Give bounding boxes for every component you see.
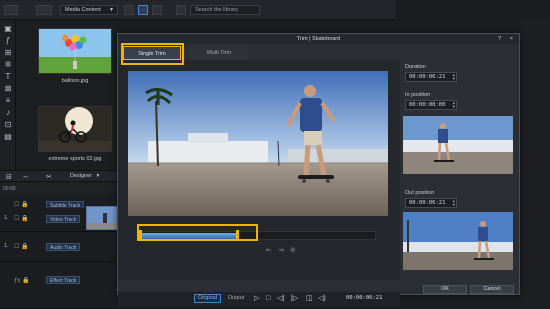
cancel-button[interactable]: Cancel: [470, 285, 514, 294]
media-room-icon[interactable]: ▣: [3, 24, 13, 34]
track-row-audio: 1. ☐ 🔒 Audio Track: [0, 232, 118, 262]
transition-room-icon[interactable]: ⊠: [3, 84, 13, 94]
in-position-label: In position: [405, 92, 431, 98]
duration-value: 00:00:06:21: [409, 74, 446, 80]
duration-label: Duration: [405, 64, 426, 70]
in-position-field[interactable]: 00:00:00:00 ▲ ▼: [405, 100, 457, 110]
chevron-down-icon: ▾: [96, 173, 100, 179]
lock-icon[interactable]: ⊕: [290, 246, 296, 254]
clip-thumbnail: [87, 207, 117, 229]
in-position-value: 00:00:00:00: [409, 102, 446, 108]
dialog-footer: OK Cancel: [118, 284, 519, 295]
subtitle-room-icon[interactable]: ▤: [3, 132, 13, 142]
duration-field[interactable]: 00:00:06:21 ▲ ▼: [405, 72, 457, 82]
search-placeholder: Search the library: [195, 7, 239, 13]
trim-side-pane: Duration 00:00:06:21 ▲ ▼ In position 00:0…: [401, 60, 519, 294]
library-filter-value: Media Content: [65, 7, 101, 13]
spin-icon[interactable]: ▲ ▼: [453, 73, 455, 81]
library-filter-dropdown[interactable]: Media Content ▼: [60, 5, 118, 15]
particle-room-icon[interactable]: ✲: [3, 60, 13, 70]
scissors-icon[interactable]: ✂: [46, 173, 52, 181]
detail-view-button[interactable]: [152, 5, 162, 15]
title-room-icon[interactable]: T: [3, 72, 13, 82]
track-row-effect: ƒx 🔒 Effect Track: [0, 262, 118, 309]
timeline-clip[interactable]: [86, 206, 118, 230]
voice-record-icon[interactable]: ♪: [3, 108, 13, 118]
right-panel: [520, 20, 550, 309]
spin-icon[interactable]: ▲ ▼: [453, 101, 455, 109]
preview-area-top: [395, 0, 550, 20]
out-position-field[interactable]: 00:00:06:21 ▲ ▼: [405, 198, 457, 208]
help-button[interactable]: ?: [498, 34, 501, 44]
original-view-button[interactable]: Original: [194, 294, 221, 303]
audio-mixing-icon[interactable]: ≡: [3, 96, 13, 106]
track-label: Video Track: [46, 215, 81, 223]
spin-icon[interactable]: ▲ ▼: [453, 199, 455, 207]
out-position-value: 00:00:06:21: [409, 200, 446, 206]
close-button[interactable]: ×: [510, 34, 513, 44]
track-number: 1.: [4, 243, 9, 249]
current-timecode: 00:00:06:21: [346, 295, 383, 301]
designer-dropdown[interactable]: Designer ▾: [70, 172, 110, 180]
library-caption: extreme sports 02.jpg: [48, 156, 102, 162]
ok-button[interactable]: OK: [423, 285, 467, 294]
library-search-input[interactable]: Search the library: [190, 5, 260, 15]
trim-dialog: Trim | Skateboard ? × Single Trim Multi …: [117, 33, 520, 306]
import-button[interactable]: [4, 5, 18, 15]
balloon-image: [39, 29, 111, 73]
out-frame-image: [403, 212, 513, 270]
split-icon[interactable]: ⊟: [6, 173, 12, 181]
media-library-panel: balloon.jpg extreme sports 02.jpg: [16, 20, 118, 170]
room-rail: ▣ ƒ ⊞ ✲ T ⊠ ≡ ♪ ⊡ ▤: [0, 20, 16, 170]
designer-label: Designer: [70, 173, 93, 179]
output-view-button[interactable]: Output: [224, 294, 248, 303]
sort-button[interactable]: [176, 5, 186, 15]
track-label: Effect Track: [46, 276, 81, 284]
in-position-thumbnail: [403, 116, 513, 174]
pip-room-icon[interactable]: ⊞: [3, 48, 13, 58]
scrubber-highlight-annotation: [137, 224, 258, 241]
fx-icon[interactable]: ƒx 🔒: [14, 276, 40, 286]
library-thumb-extreme-sports[interactable]: [38, 106, 112, 152]
in-frame-image: [403, 116, 513, 174]
extreme-sports-image: [39, 107, 111, 151]
library-caption: balloon.jpg: [61, 78, 89, 84]
chevron-down-icon: ▼: [109, 7, 114, 13]
chapter-icon[interactable]: ⊡: [3, 120, 13, 130]
track-number: 1.: [4, 215, 9, 221]
tab-highlight-annotation: [121, 43, 184, 65]
out-position-thumbnail: [403, 212, 513, 270]
mark-in-icon[interactable]: ⇤: [266, 246, 272, 254]
track-controls[interactable]: ☐ 🔒: [14, 214, 40, 224]
track-controls[interactable]: ☐ 🔒: [14, 242, 40, 252]
tab-multi-trim[interactable]: Multi Trim: [190, 46, 248, 60]
grid-view-button[interactable]: [124, 5, 134, 15]
mark-out-icon[interactable]: ⇥: [278, 246, 284, 254]
skateboard-frame: [128, 71, 388, 216]
track-label: Audio Track: [46, 243, 81, 251]
timeline-ruler-label: 00:00: [3, 186, 16, 192]
trim-main-pane: ⇤ ⇥ ⊕ Original Output ▷ □ ◁| |▷ ◫ ◁) 00:…: [118, 60, 400, 306]
fx-room-icon[interactable]: ƒ: [3, 36, 13, 46]
fit-icon[interactable]: ↔: [22, 173, 29, 180]
dialog-title: Trim | Skateboard: [296, 36, 341, 42]
out-position-label: Out position: [405, 190, 435, 196]
plugin-button[interactable]: [36, 5, 52, 15]
track-header: [0, 182, 118, 194]
video-preview: [128, 71, 388, 216]
list-view-button[interactable]: [138, 5, 148, 15]
library-thumb-balloon[interactable]: [38, 28, 112, 74]
